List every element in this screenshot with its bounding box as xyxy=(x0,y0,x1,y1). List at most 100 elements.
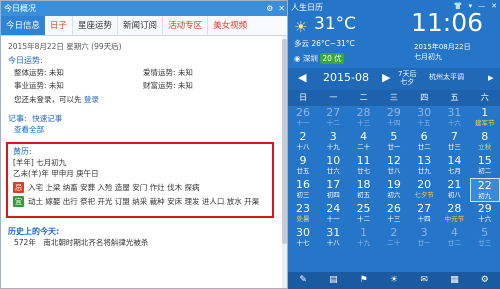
day-cell[interactable]: 27 十二 xyxy=(318,106,348,130)
day-cell[interactable]: 5 廿三 xyxy=(470,226,500,250)
day-cell[interactable]: 17 初四 xyxy=(318,178,348,202)
day-number: 22 xyxy=(477,179,492,192)
day-cell[interactable]: 7 廿三 xyxy=(439,130,469,154)
lunar-label: 廿三 xyxy=(478,239,492,247)
day-number: 29 xyxy=(386,106,401,119)
lunar-label: 初三 xyxy=(296,191,310,199)
history-item[interactable]: 572年 南北朝时期北齐名将斛律光被杀 xyxy=(8,237,280,248)
more-arrow-icon[interactable]: ▸ xyxy=(488,71,494,84)
temp-range: 多云 26°C~31°C xyxy=(294,39,355,48)
day-cell[interactable]: 8 立秋 xyxy=(470,130,500,154)
next-month-icon[interactable]: ▶ xyxy=(382,71,390,84)
day-cell[interactable]: 31 十八 xyxy=(318,226,348,250)
day-cell[interactable]: 15 初二 xyxy=(470,154,500,178)
day-cell[interactable]: 13 廿九 xyxy=(409,154,439,178)
login-link[interactable]: 登录 xyxy=(84,95,99,104)
holiday-countdown[interactable]: 7天后 七夕 xyxy=(398,70,416,86)
close-icon[interactable]: ✕ xyxy=(278,1,285,16)
login-text: 您还未登录，可以先 xyxy=(14,95,82,104)
day-cell[interactable]: 29 十四 xyxy=(379,106,409,130)
day-cell[interactable]: 1 十九 xyxy=(349,226,379,250)
settings-icon[interactable]: ⚙ xyxy=(470,272,500,289)
popup-tabs: 今日信息 日子 星座运势 新闻订阅 活动专区 美女视频 xyxy=(1,16,287,36)
day-cell[interactable]: 23 处暑 xyxy=(288,202,318,226)
lunar-label: 二十 xyxy=(357,143,371,151)
day-cell[interactable]: 11 廿七 xyxy=(349,154,379,178)
tab-3[interactable]: 新闻订阅 xyxy=(117,16,162,35)
city-weather[interactable]: ◉ 深圳 20 优 xyxy=(294,53,344,64)
day-number: 29 xyxy=(477,202,492,215)
day-cell[interactable]: 21 初八 xyxy=(439,178,469,202)
day-cell[interactable]: 26 十三 xyxy=(379,202,409,226)
day-cell[interactable]: 27 十四 xyxy=(409,202,439,226)
grid-icon[interactable]: ▦ xyxy=(439,272,469,289)
day-cell[interactable]: 10 廿六 xyxy=(318,154,348,178)
view-all-link[interactable]: 查看全部 xyxy=(8,124,280,135)
scrollbar-thumb[interactable] xyxy=(282,39,287,244)
current-date: 2015年08月22日 xyxy=(414,43,471,51)
prev-month-icon[interactable]: ◀ xyxy=(298,71,306,84)
close-icon[interactable]: ✕ xyxy=(491,2,497,10)
day-cell[interactable]: 25 十二 xyxy=(349,202,379,226)
lunar-label: 初四 xyxy=(326,191,340,199)
timezone-selector[interactable]: 杭州太平调 xyxy=(429,72,464,82)
day-number: 24 xyxy=(326,202,341,215)
day-cell[interactable]: 30 十五 xyxy=(409,106,439,130)
quick-memo-link[interactable]: 快速记事 xyxy=(32,114,62,123)
tab-0[interactable]: 今日信息 xyxy=(1,16,46,35)
lunar-label: 廿三 xyxy=(447,143,461,151)
day-cell[interactable]: 20 七夕节 xyxy=(409,178,439,202)
day-number: 26 xyxy=(296,106,310,119)
day-cell[interactable]: 1 建军节 xyxy=(470,106,500,130)
notes-icon[interactable]: ✎ xyxy=(288,272,318,289)
day-cell[interactable]: 4 廿二 xyxy=(439,226,469,250)
day-cell[interactable]: 28 十三 xyxy=(349,106,379,130)
flag-icon[interactable]: ⚑ xyxy=(349,272,379,289)
day-number: 7 xyxy=(450,130,458,143)
day-cell[interactable]: 4 二十 xyxy=(349,130,379,154)
day-cell[interactable]: 28 中元节 xyxy=(439,202,469,226)
day-number: 15 xyxy=(477,154,492,167)
memo-title: 记事: xyxy=(8,114,27,123)
tab-1[interactable]: 日子 xyxy=(45,16,72,35)
day-cell[interactable]: 24 十一 xyxy=(318,202,348,226)
lunar-label: 十一 xyxy=(326,215,340,223)
lunar-label: 二十 xyxy=(387,239,401,247)
lunar-label: 十三 xyxy=(357,119,371,127)
day-cell[interactable]: 26 十一 xyxy=(288,106,318,130)
day-cell[interactable]: 2 二十 xyxy=(379,226,409,250)
day-cell[interactable]: 30 十七 xyxy=(288,226,318,250)
location-icon: ◉ xyxy=(294,54,303,63)
list-icon[interactable]: ▤ xyxy=(318,272,348,289)
tab-4[interactable]: 活动专区 xyxy=(162,16,207,35)
day-cell[interactable]: 9 廿五 xyxy=(288,154,318,178)
day-cell[interactable]: 31 十六 xyxy=(439,106,469,130)
day-cell[interactable]: 3 十九 xyxy=(318,130,348,154)
day-cell[interactable]: 2 十八 xyxy=(288,130,318,154)
lunar-label: 十六 xyxy=(447,119,461,127)
lunar-label: 十七 xyxy=(296,239,310,247)
day-cell[interactable]: 12 廿八 xyxy=(379,154,409,178)
aqi-badge: 20 优 xyxy=(320,53,344,64)
day-cell[interactable]: 14 七月 xyxy=(439,154,469,178)
day-number: 26 xyxy=(386,202,401,215)
fortune-career: 事业运势: 未知 xyxy=(14,81,64,90)
month-selector[interactable]: 2015-08 xyxy=(323,71,369,84)
today-cell[interactable]: 22 初九 xyxy=(469,178,500,202)
settings-icon[interactable]: ⚙ xyxy=(266,1,273,16)
lunar-label: 廿一 xyxy=(417,239,431,247)
day-cell[interactable]: 6 廿二 xyxy=(409,130,439,154)
tab-5[interactable]: 美女视频 xyxy=(207,16,252,35)
day-cell[interactable]: 29 十六 xyxy=(470,202,500,226)
weather-icon[interactable]: ☀ xyxy=(379,272,409,289)
lunar-label: 十八 xyxy=(296,143,310,151)
day-number: 19 xyxy=(386,178,401,191)
day-number: 1 xyxy=(360,226,368,239)
mail-icon[interactable]: ✉ xyxy=(409,272,439,289)
day-cell[interactable]: 18 初五 xyxy=(349,178,379,202)
tab-2[interactable]: 星座运势 xyxy=(72,16,117,35)
day-cell[interactable]: 19 初六 xyxy=(379,178,409,202)
day-cell[interactable]: 5 廿一 xyxy=(379,130,409,154)
day-cell[interactable]: 16 初三 xyxy=(288,178,318,202)
day-cell[interactable]: 3 廿一 xyxy=(409,226,439,250)
